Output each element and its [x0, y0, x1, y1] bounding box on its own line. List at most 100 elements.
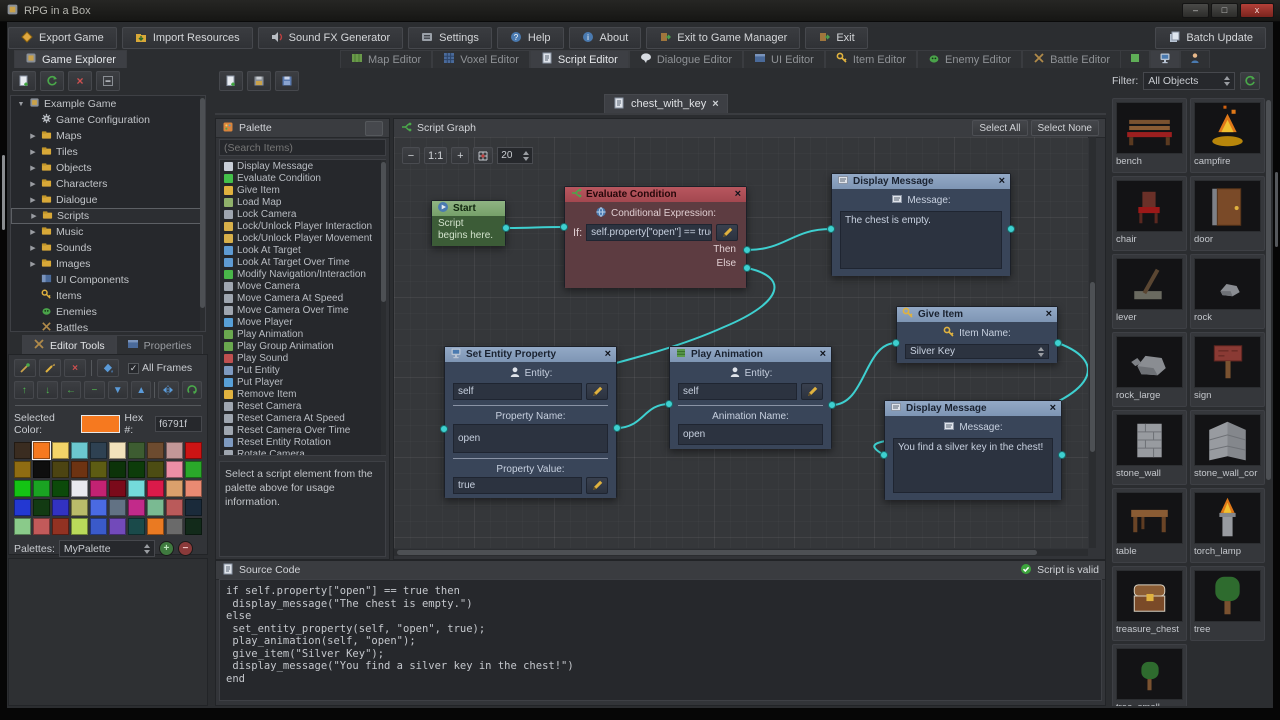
- color-swatch[interactable]: [14, 461, 31, 478]
- palette-item-put-entity[interactable]: Put Entity: [220, 364, 385, 376]
- tree-item-tiles[interactable]: ▶Tiles: [11, 144, 205, 160]
- node-start[interactable]: Start Script begins here.: [431, 200, 506, 246]
- object-cell-stone_wall_cor[interactable]: stone_wall_cor: [1190, 410, 1265, 485]
- color-swatch[interactable]: [90, 480, 107, 497]
- property-name-input[interactable]: open: [453, 424, 608, 453]
- tree-item-enemies[interactable]: Enemies: [11, 304, 205, 320]
- edit-entity-button[interactable]: [586, 383, 608, 400]
- palette-item-lock-unlock-player-interaction[interactable]: Lock/Unlock Player Interaction: [220, 220, 385, 232]
- node-port[interactable]: [560, 223, 568, 231]
- entity-input[interactable]: self: [453, 383, 582, 400]
- color-swatch[interactable]: [166, 461, 183, 478]
- node-set-entity-property[interactable]: Set Entity Property × Entity: self Prope…: [444, 346, 617, 498]
- node-give-item[interactable]: Give Item × Item Name: Silver Key: [896, 306, 1058, 363]
- color-swatch[interactable]: [52, 442, 69, 459]
- tree-item-characters[interactable]: ▶Characters: [11, 176, 205, 192]
- palette-item-move-camera[interactable]: Move Camera: [220, 280, 385, 292]
- layer-down-button[interactable]: ▼: [108, 381, 128, 399]
- node-port[interactable]: [1007, 225, 1015, 233]
- palette-item-rotate-camera[interactable]: Rotate Camera: [220, 448, 385, 456]
- node-display-message-bottom[interactable]: Display Message × Message: You find a si…: [884, 400, 1062, 500]
- color-swatch[interactable]: [128, 480, 145, 497]
- shift-up-button[interactable]: ↑: [14, 381, 34, 399]
- color-swatch[interactable]: [166, 480, 183, 497]
- tab-dialogue-editor[interactable]: Dialogue Editor: [629, 50, 743, 68]
- palette-item-modify-navigation-interaction[interactable]: Modify Navigation/Interaction: [220, 268, 385, 280]
- select-all-button[interactable]: Select All: [972, 120, 1027, 136]
- palette-item-give-item[interactable]: Give Item: [220, 184, 385, 196]
- color-swatch[interactable]: [90, 442, 107, 459]
- minimize-button[interactable]: –: [1182, 3, 1209, 18]
- node-port[interactable]: [613, 424, 621, 432]
- palette-item-evaluate-condition[interactable]: Evaluate Condition: [220, 172, 385, 184]
- tab-enemy-editor[interactable]: Enemy Editor: [917, 50, 1022, 68]
- color-swatch[interactable]: [33, 442, 50, 459]
- save-all-button[interactable]: [275, 71, 299, 91]
- tree-scrollbar[interactable]: [200, 96, 205, 331]
- object-cell-sign[interactable]: sign: [1190, 332, 1265, 407]
- color-swatch[interactable]: [33, 518, 50, 535]
- palette-item-reset-camera-over-time[interactable]: Reset Camera Over Time: [220, 424, 385, 436]
- palette-item-look-at-target-over-time[interactable]: Look At Target Over Time: [220, 256, 385, 268]
- color-swatch[interactable]: [109, 518, 126, 535]
- grid-size-spinner[interactable]: 20: [497, 147, 533, 164]
- batch-update-button[interactable]: Batch Update: [1155, 27, 1266, 49]
- object-cell-table[interactable]: table: [1112, 488, 1187, 563]
- tab-voxel-editor[interactable]: Voxel Editor: [432, 50, 530, 68]
- color-swatch[interactable]: [90, 461, 107, 478]
- palette-item-remove-item[interactable]: Remove Item: [220, 388, 385, 400]
- tab-characters-tab[interactable]: [1180, 50, 1210, 68]
- color-swatch[interactable]: [166, 499, 183, 516]
- refresh-objects-button[interactable]: [1240, 72, 1260, 90]
- remove-palette-button[interactable]: −: [178, 541, 193, 556]
- color-swatch[interactable]: [71, 518, 88, 535]
- tab-tiles-tab[interactable]: [1120, 50, 1150, 68]
- delete-button[interactable]: ×: [68, 71, 92, 91]
- color-swatch[interactable]: [185, 442, 202, 459]
- close-node-icon[interactable]: ×: [1050, 403, 1056, 414]
- palette-search-input[interactable]: [219, 139, 386, 156]
- object-cell-torch_lamp[interactable]: torch_lamp: [1190, 488, 1265, 563]
- menu-exit-to-game-manager-button[interactable]: Exit to Game Manager: [646, 27, 800, 49]
- tab-battle-editor[interactable]: Battle Editor: [1022, 50, 1121, 68]
- color-swatch[interactable]: [109, 461, 126, 478]
- color-swatch[interactable]: [33, 480, 50, 497]
- color-swatch[interactable]: [14, 480, 31, 497]
- snap-grid-button[interactable]: [473, 147, 493, 164]
- node-play-animation[interactable]: Play Animation × Entity: self Animation …: [669, 346, 832, 449]
- right-edge-scrollbar[interactable]: [1273, 22, 1280, 710]
- color-swatch[interactable]: [71, 442, 88, 459]
- tab-chest-with-key[interactable]: chest_with_key ×: [604, 94, 728, 113]
- node-port[interactable]: [892, 339, 900, 347]
- entity-input[interactable]: self: [678, 383, 797, 400]
- tree-item-dialogue[interactable]: ▶Dialogue: [11, 192, 205, 208]
- palette-item-play-animation[interactable]: Play Animation: [220, 328, 385, 340]
- hex-input[interactable]: f6791f: [155, 416, 202, 432]
- node-port[interactable]: [1058, 451, 1066, 459]
- zoom-out-button[interactable]: −: [402, 147, 420, 164]
- color-swatch[interactable]: [128, 499, 145, 516]
- node-port[interactable]: [665, 400, 673, 408]
- color-swatch[interactable]: [147, 461, 164, 478]
- close-button[interactable]: x: [1240, 3, 1274, 18]
- tree-item-example-game[interactable]: ▼Example Game: [11, 96, 205, 112]
- tab-script-editor[interactable]: Script Editor: [530, 50, 629, 68]
- node-port[interactable]: [743, 264, 751, 272]
- close-node-icon[interactable]: ×: [1046, 309, 1052, 320]
- menu-import-resources-button[interactable]: Import Resources: [122, 27, 253, 49]
- color-swatch[interactable]: [71, 499, 88, 516]
- close-node-icon[interactable]: ×: [820, 349, 826, 360]
- node-port[interactable]: [827, 225, 835, 233]
- palette-item-reset-camera-at-speed[interactable]: Reset Camera At Speed: [220, 412, 385, 424]
- color-swatch[interactable]: [14, 518, 31, 535]
- mirror-button[interactable]: [158, 381, 178, 399]
- palette-item-put-player[interactable]: Put Player: [220, 376, 385, 388]
- close-node-icon[interactable]: ×: [999, 176, 1005, 187]
- palette-item-lock-camera[interactable]: Lock Camera: [220, 208, 385, 220]
- tab-properties[interactable]: Properties: [116, 335, 203, 355]
- tree-item-objects[interactable]: ▶Objects: [11, 160, 205, 176]
- close-tab-icon[interactable]: ×: [712, 98, 718, 110]
- graph-canvas[interactable]: − 1:1 + 20 Start Script begins here. Eva…: [394, 137, 1088, 548]
- color-swatch[interactable]: [147, 442, 164, 459]
- node-port[interactable]: [743, 246, 751, 254]
